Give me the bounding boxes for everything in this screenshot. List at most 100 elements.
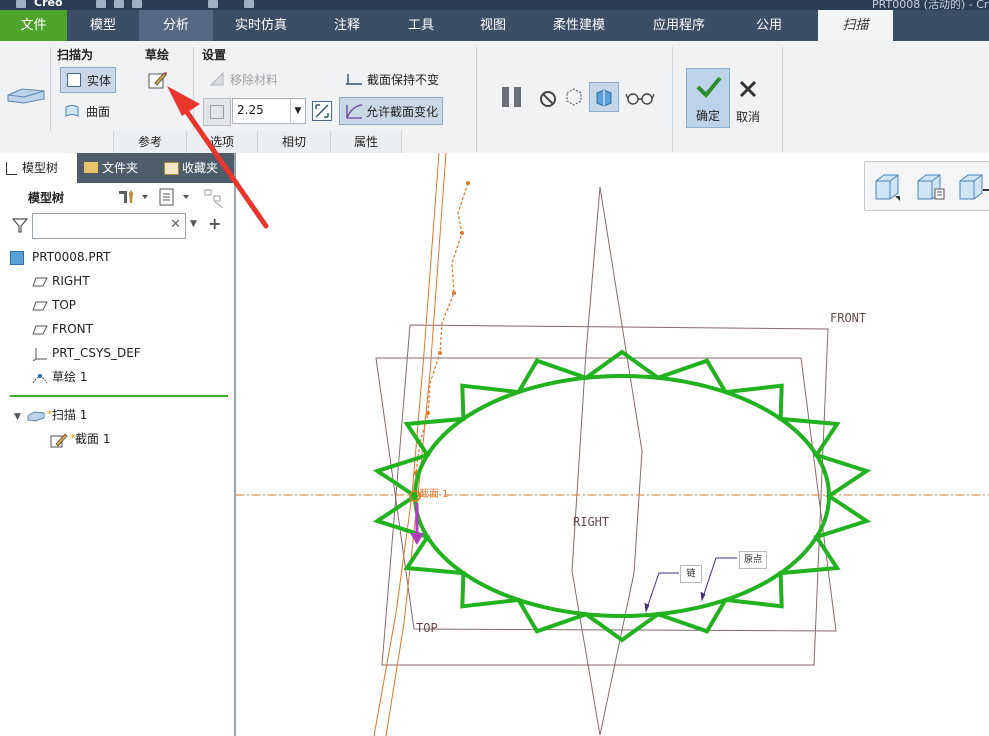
sketch-button[interactable] [147, 69, 169, 91]
subtab-references[interactable]: 参考 [113, 131, 186, 153]
save-icon[interactable] [132, 0, 142, 8]
geometry-preview-icon [596, 89, 612, 107]
tree-item-csys[interactable]: PRT_CSYS_DEF [32, 342, 141, 364]
confirm-button[interactable]: 确定 [686, 68, 730, 128]
tools-icon [119, 190, 148, 203]
tree-item-label: 草绘 1 [52, 370, 88, 384]
solid-label: 实体 [87, 73, 112, 88]
variable-section-label: 允许截面变化 [366, 104, 439, 119]
sweep-dashboard: 扫描为 实体 曲面 草绘 设置 移除材料 2.25 ▼ 截面保持不变 允许截面变… [0, 41, 989, 154]
cancel-button[interactable]: 取消 [734, 75, 764, 124]
sweep-feature-icon [7, 88, 45, 104]
tab-model[interactable]: 模型 [68, 10, 138, 41]
geometry-preview-button[interactable] [589, 82, 619, 112]
remove-material-button[interactable]: 移除材料 [208, 69, 278, 89]
tree-item-label: 扫描 1 [51, 408, 88, 422]
tab-folder-browser[interactable]: 文件夹 [80, 153, 158, 183]
variable-section-option[interactable]: 允许截面变化 [339, 97, 443, 125]
sketch-label: 草绘 [145, 48, 170, 62]
navigator-tabs: 模型树 文件夹 收藏夹 [0, 153, 234, 183]
no-preview-icon[interactable] [540, 91, 556, 107]
sweep-as-label: 扫描为 [57, 48, 94, 62]
tab-analysis[interactable]: 分析 [139, 10, 213, 41]
tab-common[interactable]: 公用 [730, 10, 808, 41]
tree-item-label: TOP [52, 298, 77, 312]
settings-label: 设置 [202, 48, 227, 62]
chevron-down-icon[interactable]: ▼ [290, 99, 305, 123]
pause-button[interactable] [500, 85, 526, 109]
constant-section-option[interactable]: 截面保持不变 [344, 69, 439, 89]
tree-item-section[interactable]: *截面 1 [50, 428, 110, 450]
thickness-toggle[interactable] [203, 98, 231, 126]
tree-item-sketch[interactable]: 草绘 1 [32, 366, 87, 388]
tab-folder-label: 文件夹 [102, 161, 139, 175]
expand-chevron-icon[interactable]: ▼ [14, 412, 21, 422]
tab-model-tree[interactable]: 模型树 [0, 153, 77, 183]
model-tree-title: 模型树 [28, 191, 65, 205]
thickness-field[interactable]: 2.25 ▼ [232, 98, 306, 124]
graphics-window[interactable]: FRONT RIGHT TOP 截面 1 链 原点 [236, 153, 989, 736]
new-icon[interactable] [96, 0, 106, 8]
undo-icon[interactable] [208, 0, 218, 8]
saved-orientations-button[interactable] [915, 172, 945, 202]
insert-indicator[interactable] [10, 395, 228, 397]
saved-views-icon [917, 174, 945, 200]
tab-flexible-modeling[interactable]: 柔性建模 [530, 10, 628, 41]
tree-item-label: PRT_CSYS_DEF [52, 346, 141, 360]
zoom-in-button[interactable] [957, 172, 989, 202]
tree-item-part[interactable]: PRT0008.PRT [10, 246, 110, 268]
right-plane-label[interactable]: RIGHT [573, 515, 609, 529]
tab-file[interactable]: 文件 [0, 10, 67, 41]
tree-item-top[interactable]: TOP [32, 294, 76, 316]
tree-item-label: FRONT [52, 322, 93, 336]
top-plane-label[interactable]: TOP [416, 621, 438, 635]
tree-item-front[interactable]: FRONT [32, 318, 93, 340]
chain-label[interactable]: 链 [680, 565, 702, 583]
subtab-properties[interactable]: 属性 [330, 131, 402, 153]
tab-applications[interactable]: 应用程序 [629, 10, 729, 41]
tab-sweep[interactable]: 扫描 [818, 10, 893, 41]
flip-thickness-button[interactable] [312, 101, 332, 121]
remove-material-label: 移除材料 [230, 72, 279, 87]
cube-icon [875, 174, 900, 201]
title-bar: Creo PRT0008 (活动的) - Creo [0, 0, 989, 11]
refit-button[interactable] [873, 172, 901, 202]
tab-annotate[interactable]: 注释 [309, 10, 385, 41]
close-icon [739, 80, 757, 98]
variable-section-icon [346, 104, 363, 119]
surface-label: 曲面 [86, 104, 111, 119]
datum-plane-icon [32, 301, 48, 310]
model-view[interactable] [236, 153, 989, 736]
add-filter-icon[interactable]: + [208, 214, 221, 233]
zoom-cube-icon [959, 174, 989, 200]
tree-item-label: PRT0008.PRT [32, 250, 111, 264]
regenerate-icon[interactable] [244, 0, 254, 8]
app-logo-icon [16, 0, 26, 8]
preview-glasses-frame-icon[interactable] [563, 85, 585, 107]
checkmark-icon [696, 76, 722, 98]
tree-search-input[interactable] [36, 215, 166, 237]
origin-label[interactable]: 原点 [739, 551, 767, 569]
front-plane-label[interactable]: FRONT [830, 311, 866, 325]
tree-settings-button[interactable] [117, 187, 153, 207]
solid-button[interactable]: 实体 [60, 67, 116, 93]
tab-view[interactable]: 视图 [457, 10, 529, 41]
open-icon[interactable] [114, 0, 124, 8]
subtab-tangency[interactable]: 相切 [257, 131, 330, 153]
tab-tools[interactable]: 工具 [386, 10, 456, 41]
section-label: 截面 1 [419, 489, 449, 500]
list-icon [159, 188, 189, 206]
subtab-options[interactable]: 选项 [186, 131, 257, 153]
tree-item-right[interactable]: RIGHT [32, 270, 90, 292]
surface-button[interactable]: 曲面 [64, 101, 110, 121]
verify-glasses-icon[interactable] [625, 89, 655, 107]
clear-icon[interactable]: ✕ [170, 217, 181, 232]
tree-filter-style-button[interactable] [203, 188, 225, 209]
favorites-icon [164, 162, 179, 175]
filter-icon[interactable] [11, 217, 29, 236]
tab-realtime-sim[interactable]: 实时仿真 [214, 10, 308, 41]
tree-item-sweep[interactable]: ▼ *扫描 1 [14, 404, 87, 426]
search-options-chevron-icon[interactable]: ▼ [190, 219, 197, 229]
tree-show-button[interactable] [158, 187, 194, 207]
tree-search-field[interactable]: ✕ [32, 213, 186, 239]
